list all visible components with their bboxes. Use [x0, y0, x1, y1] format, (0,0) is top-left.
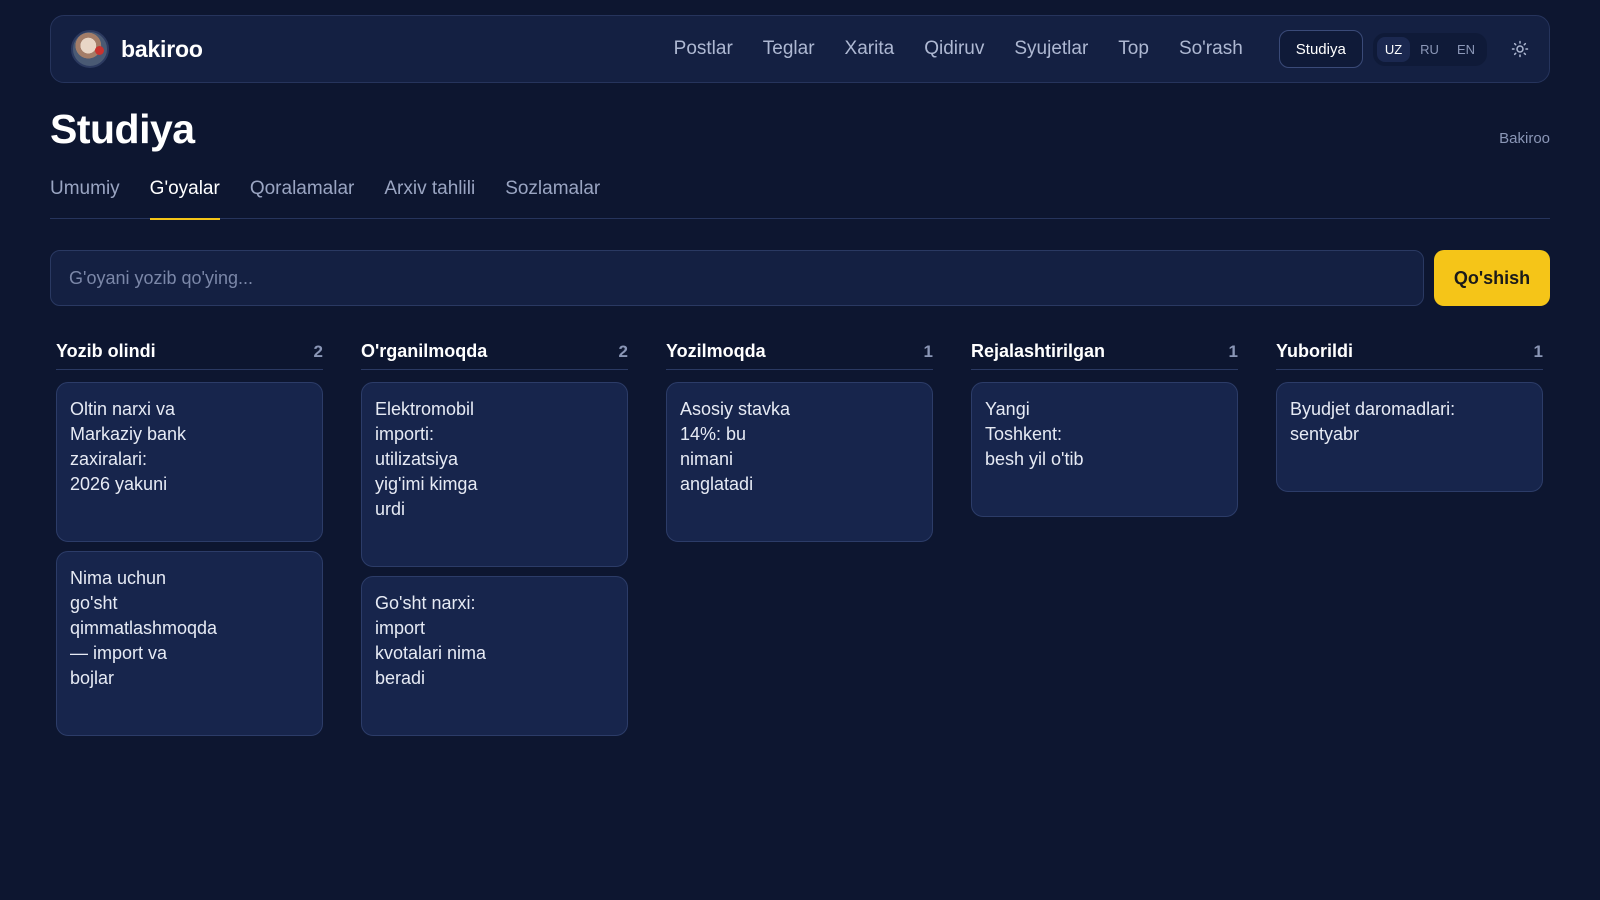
- idea-card-text: kvotalari nima: [375, 643, 487, 663]
- column-title: Rejalashtirilgan: [971, 341, 1106, 361]
- idea-card-text: utilizatsiya: [375, 449, 459, 469]
- idea-card-text: besh yil o'tib: [985, 449, 1084, 469]
- idea-card-text: Toshkent:: [985, 424, 1063, 444]
- idea-card-text: 2026 yakuni: [70, 474, 168, 494]
- idea-card-text: — import va: [70, 643, 168, 663]
- idea-card-text: qimmatlashmoqda: [70, 618, 218, 638]
- idea-card-text: Yangi: [985, 399, 1030, 419]
- idea-card[interactable]: Elektromobil importi: utilizatsiya yig'imi …: [361, 382, 628, 567]
- column-header: Rejalashtirilgan 1: [971, 336, 1238, 370]
- nav-item-syujetlar[interactable]: Syujetlar: [1014, 38, 1088, 60]
- idea-card[interactable]: Byudjet daromadlari: sentyabr: [1276, 382, 1543, 492]
- idea-card-text: Byudjet daromadlari:: [1290, 399, 1456, 419]
- idea-card-text: Asosiy stavka: [680, 399, 791, 419]
- column-count: 1: [1228, 341, 1238, 361]
- tab-qoralamalar[interactable]: Qoralamalar: [250, 172, 355, 219]
- language-en[interactable]: EN: [1449, 37, 1483, 62]
- column-title: Yuborildi: [1276, 341, 1354, 361]
- idea-card-text: beradi: [375, 668, 426, 688]
- board-column: Yozilmoqda 1 Asosiy stavka 14%: bu nimani ang…: [666, 336, 933, 745]
- nav-item-top[interactable]: Top: [1118, 38, 1149, 60]
- avatar: [71, 30, 109, 68]
- tab-arxiv-tahlili[interactable]: Arxiv tahlili: [384, 172, 475, 219]
- idea-card-text: Oltin narxi va: [70, 399, 176, 419]
- board-column: Yuborildi 1 Byudjet daromadlari: sentyabr: [1276, 336, 1543, 745]
- idea-card-text: anglatadi: [680, 474, 754, 494]
- column-header: Yuborildi 1: [1276, 336, 1543, 370]
- board-column: Rejalashtirilgan 1 Yangi Toshkent: besh yil …: [971, 336, 1238, 745]
- column-title: O'rganilmoqda: [361, 341, 488, 361]
- nav-item-xarita[interactable]: Xarita: [845, 38, 895, 60]
- board-column: Yozib olindi 2 Oltin narxi va Markaziy bank…: [56, 336, 323, 745]
- idea-card[interactable]: Go'sht narxi: import kvotalari nima beradi: [361, 576, 628, 736]
- column-title: Yozib olindi: [56, 341, 156, 361]
- board-column: O'rganilmoqda 2 Elektromobil importi: utiliz…: [361, 336, 628, 745]
- idea-card-text: zaxiralari:: [70, 449, 148, 469]
- column-count: 2: [313, 341, 323, 361]
- studio-tabs: Umumiy G'oyalar Qoralamalar Arxiv tahlil…: [50, 172, 1550, 220]
- idea-card[interactable]: Nima uchun go'sht qimmatlashmoqda — import …: [56, 551, 323, 736]
- idea-card[interactable]: Asosiy stavka 14%: bu nimani anglatadi: [666, 382, 933, 542]
- tab-goyalar[interactable]: G'oyalar: [149, 172, 220, 220]
- language-uz[interactable]: UZ: [1376, 36, 1411, 62]
- nav-item-qidiruv[interactable]: Qidiruv: [924, 38, 984, 60]
- nav-item-postlar[interactable]: Postlar: [674, 38, 733, 60]
- idea-card-text: importi:: [375, 424, 435, 444]
- column-count: 1: [923, 341, 933, 361]
- idea-card[interactable]: Oltin narxi va Markaziy bank zaxiralari: 20…: [56, 382, 323, 542]
- main-nav: Postlar Teglar Xarita Qidiruv Syujetlar …: [674, 38, 1243, 60]
- idea-card-text: sentyabr: [1290, 424, 1360, 444]
- add-idea-button[interactable]: Qo'shish: [1434, 250, 1550, 306]
- language-ru[interactable]: RU: [1412, 37, 1447, 62]
- language-switcher: UZ RU EN: [1372, 32, 1487, 66]
- column-count: 2: [618, 341, 628, 361]
- column-count: 1: [1533, 341, 1543, 361]
- top-navigation-bar: bakiroo Postlar Teglar Xarita Qidiruv Sy…: [50, 15, 1550, 83]
- page-owner: Bakiroo: [1499, 130, 1550, 147]
- idea-card-text: Nima uchun: [70, 568, 167, 588]
- idea-card-text: urdi: [375, 499, 406, 519]
- column-header: Yozilmoqda 1: [666, 336, 933, 370]
- page-title: Studiya: [50, 106, 195, 152]
- idea-card-text: go'sht: [70, 593, 118, 613]
- nav-item-teglar[interactable]: Teglar: [763, 38, 815, 60]
- column-header: O'rganilmoqda 2: [361, 336, 628, 370]
- idea-input[interactable]: [50, 250, 1424, 306]
- idea-card-text: import: [375, 618, 426, 638]
- column-title: Yozilmoqda: [666, 341, 766, 361]
- tab-umumiy[interactable]: Umumiy: [50, 172, 120, 219]
- idea-card-text: nimani: [680, 449, 734, 469]
- brand[interactable]: bakiroo: [71, 30, 203, 68]
- tab-sozlamalar[interactable]: Sozlamalar: [505, 172, 600, 219]
- idea-card-text: bojlar: [70, 668, 115, 688]
- idea-card-text: Markaziy bank: [70, 424, 187, 444]
- studio-button[interactable]: Studiya: [1278, 30, 1363, 68]
- idea-card-text: Elektromobil: [375, 399, 475, 419]
- sun-icon[interactable]: [1509, 38, 1531, 60]
- column-header: Yozib olindi 2: [56, 336, 323, 370]
- idea-card[interactable]: Yangi Toshkent: besh yil o'tib: [971, 382, 1238, 517]
- idea-card-text: yig'imi kimga: [375, 474, 478, 494]
- idea-card-text: Go'sht narxi:: [375, 593, 476, 613]
- ideas-board: Yozib olindi 2 Oltin narxi va Markaziy bank…: [56, 336, 1543, 745]
- brand-name: bakiroo: [121, 35, 203, 62]
- nav-item-sorash[interactable]: So'rash: [1179, 38, 1243, 60]
- idea-card-text: 14%: bu: [680, 424, 747, 444]
